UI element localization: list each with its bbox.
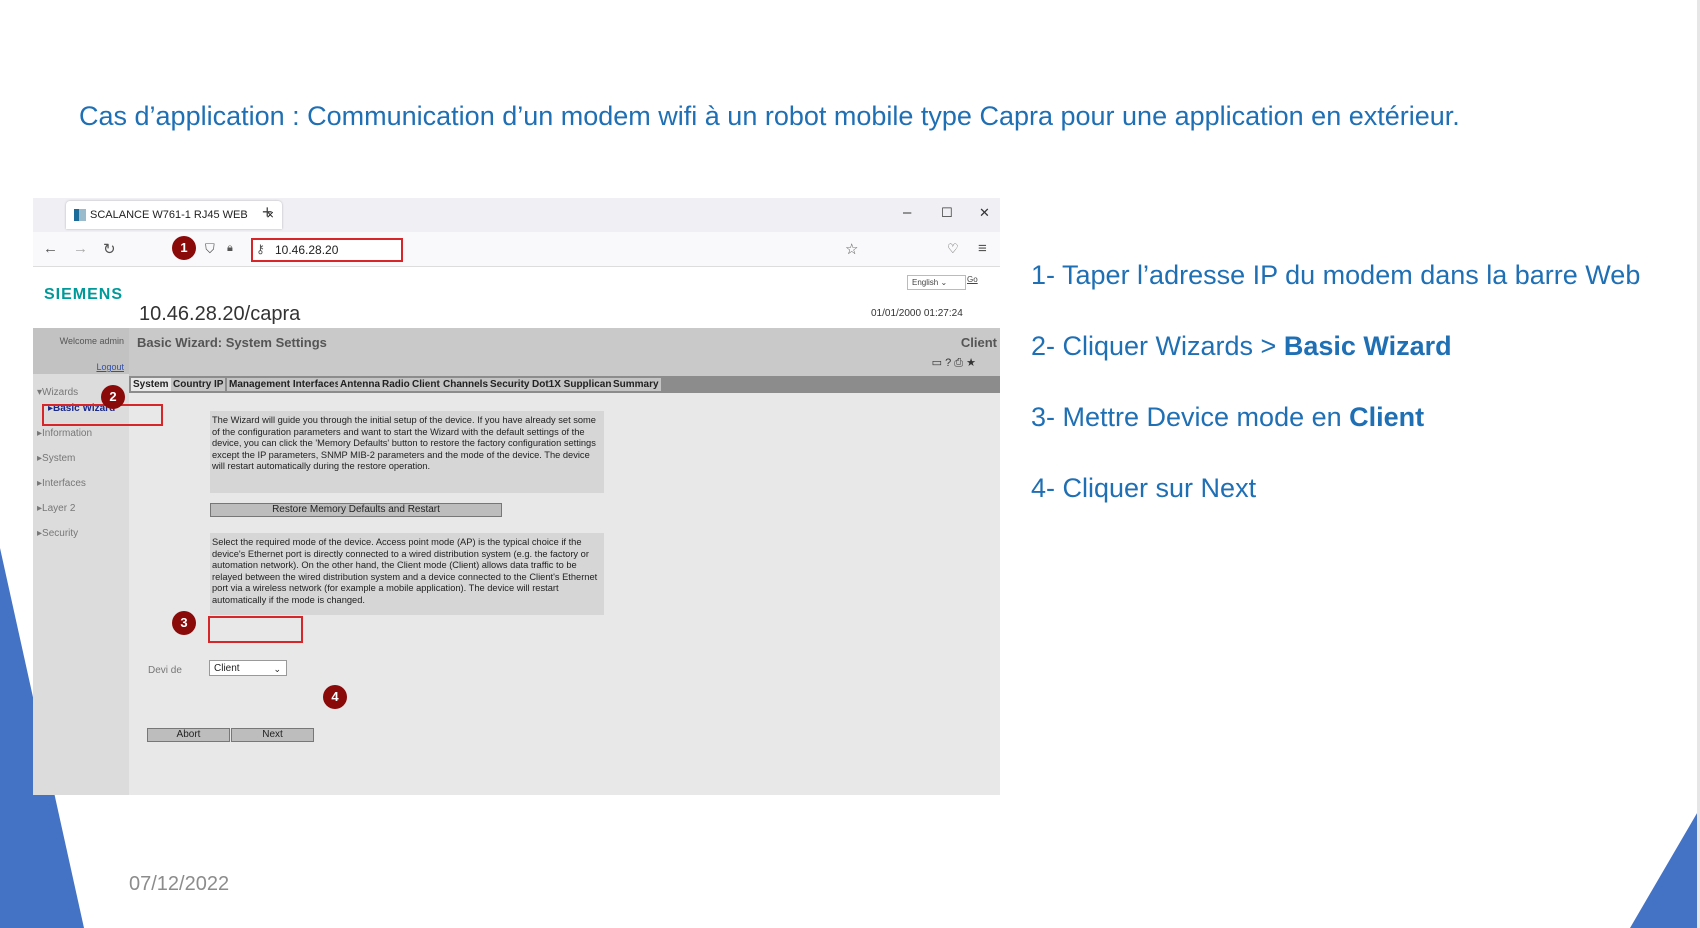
forward-icon[interactable]: → — [73, 240, 88, 257]
slide-date: 07/12/2022 — [129, 873, 230, 895]
step-marker-2: 2 — [101, 385, 125, 409]
next-button[interactable]: Next — [231, 728, 314, 742]
instruction-steps: 1- Taper l’adresse IP du modem dans la b… — [1031, 260, 1671, 544]
step-marker-3: 3 — [172, 611, 196, 635]
device-title: 10.46.28.20/capra — [139, 303, 301, 325]
url-bar[interactable]: ⚷ 10.46.28.20 — [251, 238, 403, 262]
tab-country[interactable]: Country — [171, 378, 214, 391]
url-text: 10.46.28.20 — [275, 243, 339, 257]
sidebar-item-wizards[interactable]: ▾Wizards — [37, 387, 78, 398]
device-mode-value: Client — [214, 663, 240, 674]
reload-icon[interactable]: ↻ — [103, 240, 116, 258]
browser-screenshot: SCALANCE W761-1 RJ45 WEB M × + – ☐ ✕ ← →… — [33, 198, 1000, 795]
welcome-box: Welcome admin Logout — [33, 328, 129, 374]
step-3-bold: Client — [1349, 402, 1425, 432]
tab-system[interactable]: System — [131, 378, 171, 391]
device-mode-select[interactable]: Client ⌄ — [209, 660, 287, 676]
step-2-text: 2- Cliquer Wizards > — [1031, 331, 1284, 361]
browser-tab[interactable]: SCALANCE W761-1 RJ45 WEB M × — [66, 201, 282, 229]
window-close-icon[interactable]: ✕ — [979, 205, 990, 221]
sidebar-item-layer-2[interactable]: ▸Layer 2 — [37, 503, 75, 514]
step-marker-1: 1 — [172, 236, 196, 260]
site-favicon-icon — [74, 209, 86, 221]
tab-security[interactable]: Security — [488, 378, 532, 391]
wizard-tabs: System Country IP Management Interfaces … — [129, 376, 1000, 393]
shield-icon[interactable]: ⛉ — [205, 241, 215, 257]
page-heading: Basic Wizard: System Settings — [137, 335, 327, 350]
header-tool-icons[interactable]: ▭ ? ⎙ ★ — [932, 356, 976, 370]
tab-dot1x-supplicant[interactable]: Dot1X Supplicant — [530, 378, 617, 391]
step-2: 2- Cliquer Wizards > Basic Wizard — [1031, 331, 1671, 402]
step-1: 1- Taper l’adresse IP du modem dans la b… — [1031, 260, 1671, 331]
content-area: Basic Wizard: System Settings Client ▭ ?… — [129, 328, 1000, 795]
step-2-bold: Basic Wizard — [1283, 331, 1452, 361]
slide-title: Cas d’application : Communication d’un m… — [79, 101, 1460, 131]
browser-tab-title: SCALANCE W761-1 RJ45 WEB M — [90, 209, 250, 221]
device-mode-description: Select the required mode of the device. … — [210, 533, 604, 615]
go-link[interactable]: Go — [967, 275, 978, 284]
sidebar-item-system[interactable]: ▸System — [37, 453, 75, 464]
highlight-device-mode — [208, 616, 303, 643]
siemens-logo: SIEMENS — [44, 286, 124, 303]
browser-tab-bar: SCALANCE W761-1 RJ45 WEB M × + – ☐ ✕ — [33, 198, 1000, 232]
sidebar-item-interfaces[interactable]: ▸Interfaces — [37, 478, 86, 489]
web-page: SIEMENS English ⌄ Go 10.46.28.20/capra 0… — [33, 267, 1000, 795]
tab-ip[interactable]: IP — [212, 378, 226, 391]
restore-defaults-button[interactable]: Restore Memory Defaults and Restart — [210, 503, 502, 517]
step-marker-4: 4 — [323, 685, 347, 709]
step-3-text: 3- Mettre Device mode en — [1031, 402, 1350, 432]
pocket-icon[interactable]: ♡ — [947, 241, 959, 257]
welcome-text: Welcome admin — [59, 336, 124, 346]
chevron-down-icon: ⌄ — [273, 664, 281, 674]
device-mode-label: Devi de — [148, 665, 182, 676]
tab-radio[interactable]: Radio — [380, 378, 412, 391]
tab-summary[interactable]: Summary — [611, 378, 661, 391]
step-4: 4- Cliquer sur Next — [1031, 473, 1671, 544]
bookmark-star-icon[interactable]: ☆ — [845, 240, 858, 258]
step-1-text: 1- Taper l’adresse IP du modem dans la b… — [1031, 260, 1641, 290]
tab-channels[interactable]: Channels — [441, 378, 491, 391]
sidebar-item-information[interactable]: ▸Information — [37, 428, 92, 439]
maximize-icon[interactable]: ☐ — [941, 205, 953, 221]
highlight-basic-wizard — [42, 404, 163, 426]
device-mode-indicator: Client — [960, 335, 997, 350]
abort-button[interactable]: Abort — [147, 728, 230, 742]
step-3: 3- Mettre Device mode en Client — [1031, 402, 1671, 473]
tab-antenna[interactable]: Antenna — [338, 378, 382, 391]
tab-management-interfaces[interactable]: Management Interfaces — [227, 378, 343, 391]
step-4-text: 4- Cliquer sur Next — [1031, 473, 1257, 503]
language-select[interactable]: English ⌄ — [907, 275, 966, 290]
wizard-intro-text: The Wizard will guide you through the in… — [210, 411, 604, 493]
logout-link[interactable]: Logout — [96, 362, 124, 372]
new-tab-icon[interactable]: + — [262, 202, 273, 223]
device-datetime: 01/01/2000 01:27:24 — [871, 308, 963, 319]
back-icon[interactable]: ← — [43, 240, 58, 257]
menu-icon[interactable]: ≡ — [978, 240, 987, 257]
content-header: Basic Wizard: System Settings Client ▭ ?… — [129, 328, 1000, 376]
language-value: English — [912, 278, 939, 287]
sidebar-item-security[interactable]: ▸Security — [37, 528, 78, 539]
tab-client[interactable]: Client — [410, 378, 442, 391]
slide-right-triangle — [1630, 808, 1700, 928]
key-icon: ⚷ — [256, 242, 265, 256]
minimize-icon[interactable]: – — [903, 204, 911, 221]
lock-icon[interactable]: 🔒︎ — [227, 242, 233, 255]
